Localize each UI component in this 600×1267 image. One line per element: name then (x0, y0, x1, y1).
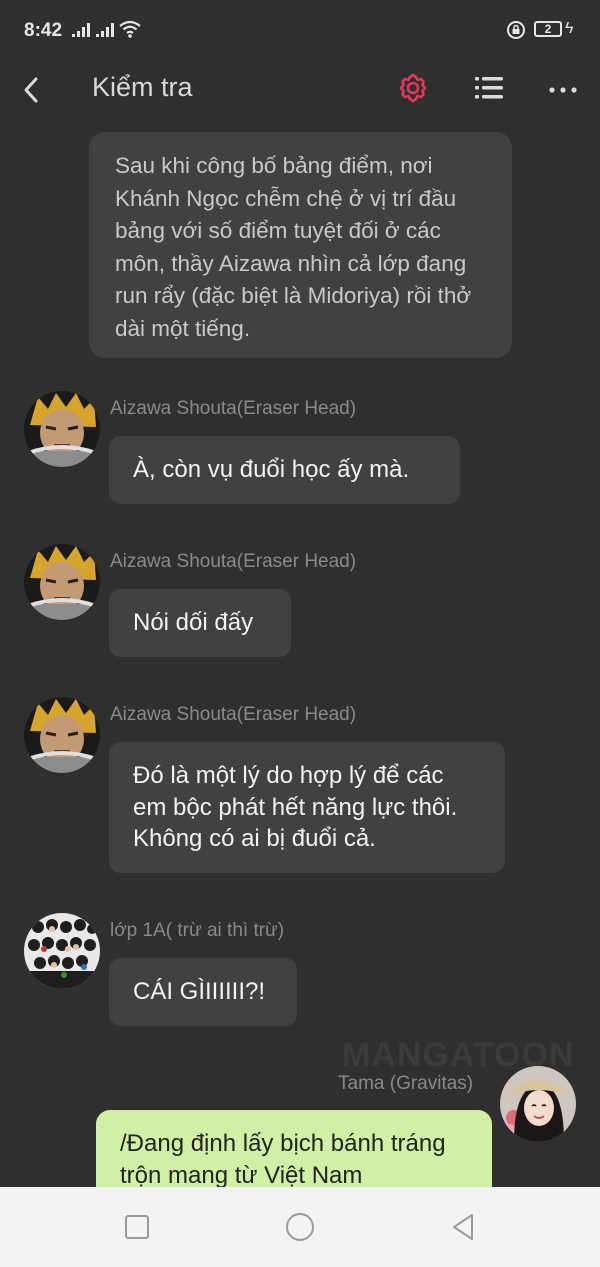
sender-name: Aizawa Shouta(Eraser Head) (110, 551, 357, 572)
header: Kiểm tra (0, 58, 600, 122)
wifi-icon (119, 20, 141, 38)
message-bubble[interactable]: Đó là một lý do hợp lý để các em bộc phá… (109, 742, 505, 873)
navigation-bar (0, 1187, 600, 1267)
battery-icon: 2 (534, 21, 562, 37)
recent-apps-icon[interactable] (125, 1215, 149, 1239)
back-triangle-icon[interactable] (450, 1212, 476, 1242)
back-arrow-icon[interactable] (16, 68, 52, 112)
home-icon[interactable] (286, 1213, 314, 1241)
message-bubble-self[interactable]: /Đang định lấy bịch bánh tráng trộn mang… (96, 1110, 492, 1187)
sender-name: Tama (Gravitas) (338, 1073, 474, 1094)
rotation-lock-icon (507, 21, 525, 39)
page-title: Kiểm tra (92, 72, 193, 102)
sender-name: Aizawa Shouta(Eraser Head) (110, 704, 357, 725)
message-bubble[interactable]: CÁI GÌIIIIII?! (109, 958, 297, 1026)
status-time: 8:42 (24, 20, 63, 41)
avatar-aizawa[interactable] (24, 391, 100, 467)
status-bar: 8:42 2 ϟ (0, 0, 600, 58)
signal-icon (96, 23, 114, 37)
list-icon[interactable] (470, 68, 508, 108)
sender-name: lớp 1A( trừ ai thì trừ) (110, 920, 285, 941)
more-options-icon[interactable] (544, 68, 582, 108)
sender-name: Aizawa Shouta(Eraser Head) (110, 398, 357, 419)
gear-icon[interactable] (394, 68, 432, 108)
charging-icon: ϟ (565, 20, 574, 37)
message-bubble[interactable]: Nói dối đấy (109, 589, 291, 657)
avatar-aizawa[interactable] (24, 544, 100, 620)
avatar-class-1a[interactable] (24, 913, 100, 989)
chat-area[interactable]: Sau khi công bố bảng điểm, nơi Khánh Ngọ… (0, 122, 600, 1187)
avatar-aizawa[interactable] (24, 697, 100, 773)
signal-icon (72, 23, 90, 37)
avatar-tama[interactable] (500, 1066, 576, 1142)
narration-bubble: Sau khi công bố bảng điểm, nơi Khánh Ngọ… (89, 132, 512, 358)
message-bubble[interactable]: À, còn vụ đuổi học ấy mà. (109, 436, 460, 504)
